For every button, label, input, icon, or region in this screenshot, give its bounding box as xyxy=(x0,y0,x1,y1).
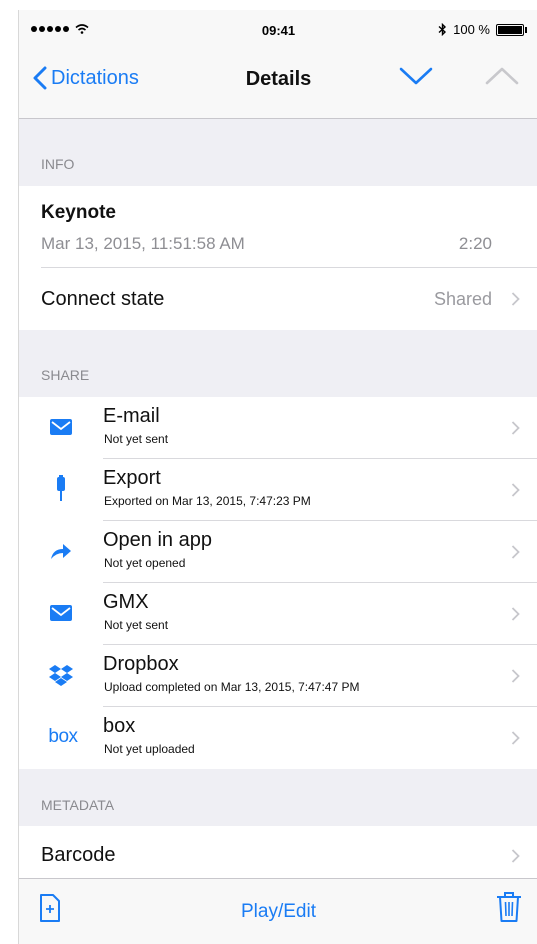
share-item-email[interactable]: E-mail Not yet sent xyxy=(19,397,537,459)
share-item-export[interactable]: Export Exported on Mar 13, 2015, 7:47:23… xyxy=(19,459,537,521)
share-item-dropbox[interactable]: Dropbox Upload completed on Mar 13, 2015… xyxy=(19,645,537,707)
bluetooth-icon xyxy=(438,23,447,36)
box-icon: box xyxy=(43,725,83,749)
chevron-right-icon xyxy=(511,669,520,683)
chevron-up-icon xyxy=(485,67,519,85)
barcode-label: Barcode xyxy=(41,844,116,866)
share-item-status: Not yet uploaded xyxy=(104,742,195,756)
status-right: 100 % xyxy=(438,22,527,37)
connect-state-row[interactable]: Connect state Shared xyxy=(19,268,537,330)
chevron-right-icon xyxy=(511,292,520,306)
trash-icon xyxy=(497,892,521,922)
phone-screen: 09:41 100 % Dictations Details INFO Keyn… xyxy=(18,10,537,944)
recording-date: Mar 13, 2015, 11:51:58 AM xyxy=(41,234,245,253)
battery-percent: 100 % xyxy=(453,22,490,37)
mail-icon xyxy=(49,415,73,439)
recording-info-row: Keynote Mar 13, 2015, 11:51:58 AM 2:20 xyxy=(19,186,537,268)
status-bar: 09:41 100 % xyxy=(19,10,537,52)
connect-state-value: Shared xyxy=(433,289,492,309)
share-item-box[interactable]: box box Not yet uploaded xyxy=(19,707,537,769)
chevron-right-icon xyxy=(511,849,520,863)
chevron-right-icon xyxy=(511,421,520,435)
share-arrow-icon xyxy=(49,539,73,563)
connect-state-label: Connect state xyxy=(41,288,165,310)
dropbox-icon xyxy=(49,663,73,687)
chevron-right-icon xyxy=(511,483,520,497)
navigation-bar: Dictations Details xyxy=(19,54,537,114)
share-item-gmx[interactable]: GMX Not yet sent xyxy=(19,583,537,645)
share-item-name: Dropbox xyxy=(103,653,179,675)
share-item-name: GMX xyxy=(103,591,149,613)
share-item-name: Open in app xyxy=(103,529,212,551)
delete-button[interactable] xyxy=(496,891,522,928)
share-item-name: Export xyxy=(103,467,161,489)
usb-export-icon xyxy=(49,475,73,501)
share-item-status: Not yet opened xyxy=(104,556,186,570)
share-item-status: Not yet sent xyxy=(104,432,169,446)
mail-icon xyxy=(49,601,73,625)
chevron-down-icon xyxy=(399,67,433,85)
box-logo-text: box xyxy=(48,726,78,747)
chevron-right-icon xyxy=(511,545,520,559)
chevron-right-icon xyxy=(511,731,520,745)
play-edit-button[interactable]: Play/Edit xyxy=(19,901,537,923)
share-item-status: Upload completed on Mar 13, 2015, 7:47:4… xyxy=(104,680,360,694)
share-item-status: Not yet sent xyxy=(104,618,169,632)
battery-icon xyxy=(496,23,527,36)
back-button-label: Dictations xyxy=(51,66,139,89)
share-item-open-in-app[interactable]: Open in app Not yet opened xyxy=(19,521,537,583)
next-item-button[interactable] xyxy=(399,66,433,91)
chevron-right-icon xyxy=(511,607,520,621)
metadata-group: Barcode xyxy=(19,826,537,886)
share-section-header: SHARE xyxy=(41,367,90,383)
chevron-left-icon xyxy=(33,66,47,90)
barcode-row[interactable]: Barcode xyxy=(19,826,537,886)
recording-title: Keynote xyxy=(41,202,116,223)
top-bar: 09:41 100 % Dictations Details xyxy=(19,10,537,119)
previous-item-button[interactable] xyxy=(485,66,519,91)
share-item-name: E-mail xyxy=(103,405,160,427)
metadata-section-header: METADATA xyxy=(41,797,115,813)
info-group: Keynote Mar 13, 2015, 11:51:58 AM 2:20 C… xyxy=(19,186,537,330)
share-item-status: Exported on Mar 13, 2015, 7:47:23 PM xyxy=(104,494,311,508)
back-button[interactable]: Dictations xyxy=(33,66,139,90)
share-group: E-mail Not yet sent Export Exported on M… xyxy=(19,397,537,769)
bottom-toolbar: Play/Edit xyxy=(19,878,537,944)
recording-duration: 2:20 xyxy=(458,234,492,253)
info-section-header: INFO xyxy=(41,156,75,172)
share-item-name: box xyxy=(103,715,136,737)
